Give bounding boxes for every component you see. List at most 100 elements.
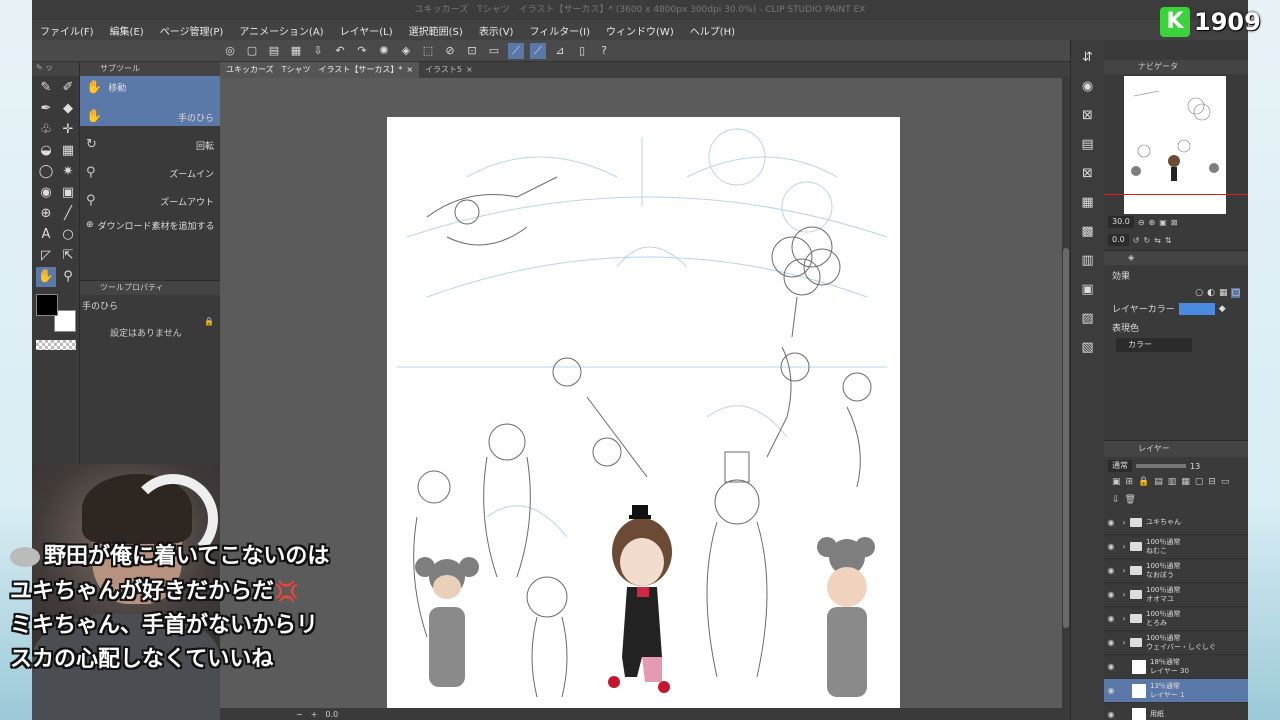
layer-row[interactable]: ◉ 13％通常 レイヤー 1	[1104, 679, 1248, 703]
color-picker-icon[interactable]: ◆	[1219, 304, 1226, 314]
snap-ruler-icon[interactable]: ⟋	[508, 42, 524, 59]
material-6-icon[interactable]: ▨	[1077, 308, 1099, 330]
menu-item[interactable]: 表示(V)	[479, 23, 514, 38]
menu-item[interactable]: アニメーション(A)	[239, 23, 323, 38]
expand-icon[interactable]: ›	[1118, 638, 1130, 647]
text-icon[interactable]: A	[36, 225, 56, 245]
crop-icon[interactable]: ⊡	[464, 43, 480, 59]
subtool-group-move[interactable]: ✋ 移動	[80, 76, 220, 98]
foreground-color-swatch[interactable]	[36, 294, 58, 316]
layer-row[interactable]: ◉ › 100％通常 ねむこ	[1104, 535, 1248, 559]
hand-icon[interactable]: ✋	[36, 267, 56, 287]
info-icon[interactable]: ⊠	[1077, 105, 1099, 127]
navigator-icon[interactable]: ⇵	[1077, 47, 1099, 69]
material-3-icon[interactable]: ▩	[1077, 221, 1099, 243]
redo-icon[interactable]: ↷	[354, 43, 370, 59]
rotate-right-icon[interactable]: ↻	[1143, 236, 1150, 245]
deselect-icon[interactable]: ▭	[486, 43, 502, 59]
save-icon[interactable]: ▦	[288, 43, 304, 59]
tone-effect-icon[interactable]: ◐	[1207, 288, 1215, 298]
eye-icon[interactable]: ◉	[1104, 686, 1118, 695]
line-icon[interactable]: ╱	[58, 204, 78, 224]
angle-field[interactable]: 0.0	[1108, 234, 1129, 246]
layer-row[interactable]: ◉ 用紙	[1104, 703, 1248, 720]
trash-icon[interactable]: 🗑	[1125, 495, 1136, 510]
eye-icon[interactable]: ◉	[1104, 590, 1118, 599]
close-icon[interactable]: ×	[466, 62, 473, 78]
transparent-color-swatch[interactable]	[36, 340, 76, 350]
pencil-icon[interactable]: ✐	[58, 78, 78, 98]
menu-item[interactable]: 選択範囲(S)	[409, 23, 463, 38]
menu-item[interactable]: 編集(E)	[110, 23, 144, 38]
menu-item[interactable]: レイヤー(L)	[340, 23, 393, 38]
flip-v-icon[interactable]: ⇅	[1165, 236, 1172, 245]
layer-row[interactable]: ◉ › ユキちゃん	[1104, 511, 1248, 535]
opacity-slider[interactable]	[1136, 464, 1186, 468]
brush-icon[interactable]: ✒	[36, 99, 56, 119]
decoration-icon[interactable]: ♧	[36, 120, 56, 140]
bucket-icon[interactable]: ◉	[36, 183, 56, 203]
eye-icon[interactable]: ◉	[1104, 614, 1118, 623]
eraser-icon[interactable]: ◆	[58, 99, 78, 119]
help-icon[interactable]: ?	[596, 43, 612, 59]
loading-icon[interactable]: ✺	[376, 43, 392, 59]
eyedropper-icon[interactable]: ⚲	[58, 267, 78, 287]
clear-icon[interactable]: ⊘	[442, 43, 458, 59]
gradient-icon[interactable]: ▣	[58, 183, 78, 203]
ruler-icon[interactable]: ⇱	[58, 246, 78, 266]
new-vector-icon[interactable]: ⊟	[1208, 477, 1216, 492]
fullscreen-icon[interactable]: ⊠	[1171, 218, 1178, 227]
pen-icon[interactable]: ✎	[36, 78, 56, 98]
eye-icon[interactable]: ◉	[1104, 638, 1118, 647]
new-folder-icon[interactable]: ▭	[1221, 477, 1230, 492]
menu-item[interactable]: ヘルプ(H)	[690, 23, 735, 38]
frame-icon[interactable]: ▦	[58, 141, 78, 161]
menu-item[interactable]: フィルター(I)	[529, 23, 590, 38]
new-file-icon[interactable]: ▢	[244, 43, 260, 59]
eye-icon[interactable]: ◉	[1104, 518, 1118, 527]
flip-h-icon[interactable]: ⇆	[1154, 236, 1161, 245]
app-logo-icon[interactable]: ◎	[222, 43, 238, 59]
menu-item[interactable]: ファイル(F)	[40, 23, 94, 38]
rotate-left-icon[interactable]: ↺	[1133, 236, 1140, 245]
material-2-icon[interactable]: ▦	[1077, 192, 1099, 214]
expand-icon[interactable]: ›	[1118, 566, 1130, 575]
drawing-canvas[interactable]	[387, 117, 900, 708]
eye-icon[interactable]: ◉	[1104, 566, 1118, 575]
lock-alpha-icon[interactable]: ▤	[1154, 477, 1163, 492]
border-effect-icon[interactable]: ○	[1195, 288, 1203, 298]
open-file-icon[interactable]: ▤	[266, 43, 282, 59]
mask-icon[interactable]: ▥	[1168, 477, 1177, 492]
fit-icon[interactable]: ▣	[1159, 218, 1167, 227]
subtool-item-hand[interactable]: ✋ 手のひら	[80, 98, 220, 126]
history-icon[interactable]: ▤	[1077, 134, 1099, 156]
sub-view-icon[interactable]: ◉	[1077, 76, 1099, 98]
expand-icon[interactable]: ›	[1118, 590, 1130, 599]
new-layer-icon[interactable]: ▢	[1195, 477, 1204, 492]
auto-select-icon[interactable]: ✷	[58, 162, 78, 182]
subtool-item-rotate[interactable]: ↻ 回転	[80, 126, 220, 154]
material-icon[interactable]: ⊠	[1077, 163, 1099, 185]
zoom-field[interactable]: 30.0	[1108, 216, 1134, 228]
zoom-value[interactable]: 0.0	[325, 710, 338, 719]
snap-grid-icon[interactable]: ⊿	[552, 43, 568, 59]
eye-icon[interactable]: ◉	[1104, 710, 1118, 719]
transform-icon[interactable]: ⬚	[420, 43, 436, 59]
canvas-vertical-scrollbar[interactable]	[1062, 78, 1070, 708]
fill-tool-icon[interactable]: ◒	[36, 141, 56, 161]
operation-icon[interactable]: ◸	[36, 246, 56, 266]
layer-color-swatch[interactable]	[1178, 302, 1215, 315]
merge-icon[interactable]: ⇩	[1112, 495, 1120, 510]
lock-icon[interactable]: 🔒	[204, 317, 214, 326]
menu-item[interactable]: ページ管理(P)	[160, 23, 224, 38]
expression-color-select[interactable]: カラー	[1116, 338, 1192, 352]
layer-row[interactable]: ◉ › 100％通常 とろみ	[1104, 607, 1248, 631]
material-7-icon[interactable]: ▧	[1077, 337, 1099, 359]
balloon-icon[interactable]: ○	[58, 225, 78, 245]
blend-mode-select[interactable]: 通常	[1108, 460, 1132, 472]
layer-row[interactable]: ◉ › 100％通常 オオマユ	[1104, 583, 1248, 607]
move-layer-icon[interactable]: ✛	[58, 120, 78, 140]
ref-icon[interactable]: ⊞	[1126, 477, 1134, 492]
clip-icon[interactable]: ▣	[1112, 477, 1121, 492]
layer-color-effect-icon[interactable]: ▢	[1231, 288, 1240, 298]
